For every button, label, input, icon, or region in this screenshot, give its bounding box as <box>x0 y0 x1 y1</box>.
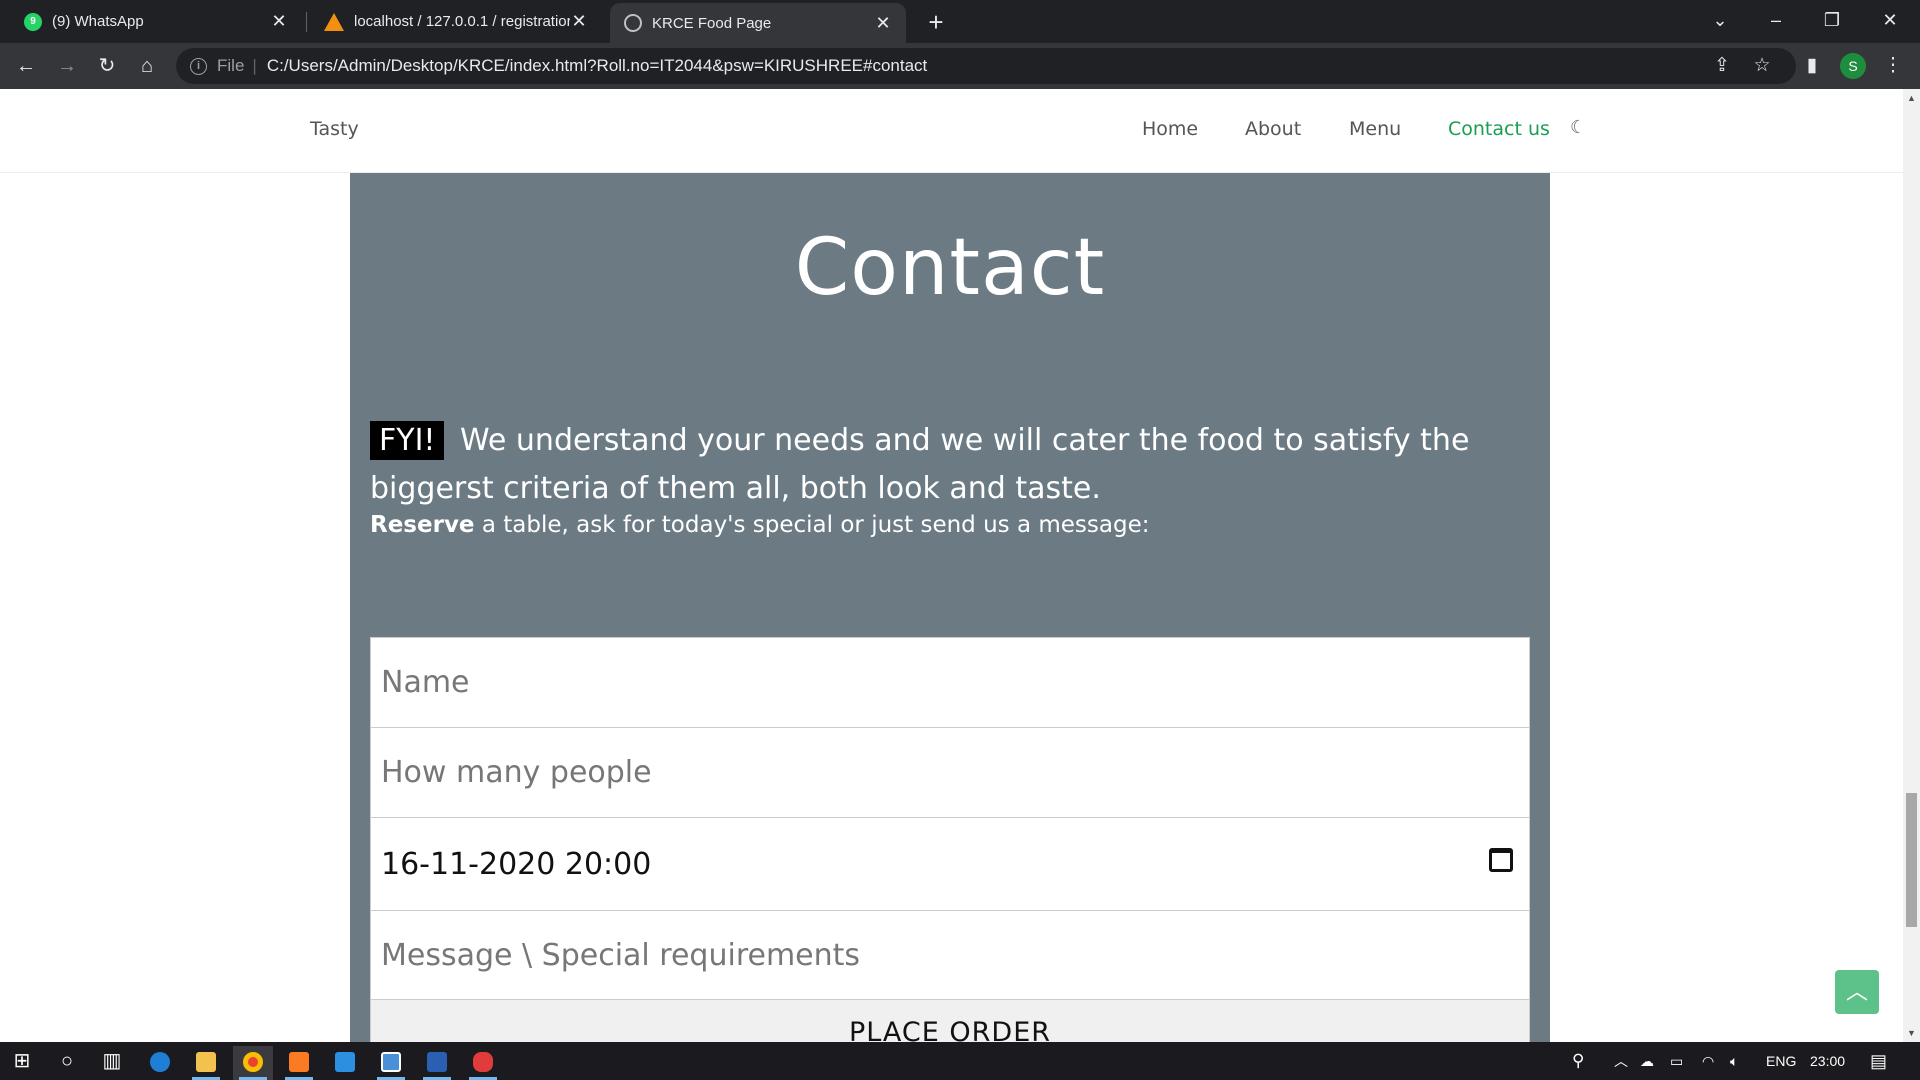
close-icon[interactable]: ✕ <box>570 11 588 32</box>
contact-heading: Contact <box>794 223 1106 313</box>
file-explorer-icon[interactable] <box>186 1046 226 1080</box>
tab-title: (9) WhatsApp <box>52 13 144 30</box>
dark-mode-moon-icon[interactable]: ☾ <box>1570 117 1586 138</box>
place-order-button[interactable]: PLACE ORDER <box>370 999 1530 1042</box>
devcpp-icon[interactable] <box>371 1046 411 1080</box>
battery-icon[interactable]: ▭ <box>1670 1042 1683 1080</box>
people-placeholder: How many people <box>381 755 652 790</box>
globe-icon <box>624 14 642 32</box>
browser-tab-strip: 9 (9) WhatsApp ✕ localhost / 127.0.0.1 /… <box>0 0 1920 43</box>
notepad-plus-icon[interactable] <box>463 1046 503 1080</box>
minimize-icon[interactable]: – <box>1748 0 1804 40</box>
people-count-input[interactable]: How many people <box>370 727 1530 818</box>
close-icon[interactable]: ✕ <box>270 11 288 32</box>
nav-contact-us[interactable]: Contact us <box>1448 118 1550 140</box>
tab-phpmyadmin[interactable]: localhost / 127.0.0.1 / registratior ✕ <box>310 0 602 43</box>
restore-icon[interactable]: ❐ <box>1804 0 1860 40</box>
home-icon[interactable]: ⌂ <box>131 50 163 82</box>
tab-title: KRCE Food Page <box>652 14 772 32</box>
intro-text: We understand your needs and we will cat… <box>370 423 1470 506</box>
vscode-icon[interactable] <box>325 1046 365 1080</box>
contact-intro: FYI! We understand your needs and we wil… <box>370 417 1510 513</box>
nav-home[interactable]: Home <box>1142 118 1198 140</box>
xampp-icon[interactable] <box>279 1046 319 1080</box>
back-icon[interactable]: ← <box>10 50 42 82</box>
phpmyadmin-icon <box>324 12 344 31</box>
scheme-label: File <box>217 56 245 75</box>
calendar-icon[interactable] <box>1489 848 1513 872</box>
menu-kebab-icon[interactable]: ⋮ <box>1877 50 1909 82</box>
task-view-icon[interactable]: ▥ <box>92 1046 132 1080</box>
contact-subtext: Reserve a table, ask for today's special… <box>370 512 1150 538</box>
windows-taskbar: ⊞ ○ ▥ ⚲ ︿ ☁ ▭ ◠ 🔈︎ ENG 23:00 ▤ <box>0 1042 1920 1080</box>
reload-icon[interactable]: ↻ <box>91 50 123 82</box>
side-panel-icon[interactable]: ▮ <box>1796 50 1828 82</box>
onedrive-icon[interactable]: ☁ <box>1640 1042 1654 1080</box>
tab-whatsapp[interactable]: 9 (9) WhatsApp ✕ <box>10 0 302 43</box>
browser-toolbar: ← → ↻ ⌂ i File | C:/Users/Admin/Desktop/… <box>0 43 1920 89</box>
show-hidden-icons-chevron-icon[interactable]: ︿ <box>1614 1042 1628 1080</box>
chevron-up-icon: ︿ <box>1845 979 1868 1004</box>
language-indicator[interactable]: ENG <box>1766 1042 1796 1080</box>
divider: | <box>252 56 257 75</box>
close-icon[interactable]: ✕ <box>874 13 892 34</box>
name-placeholder: Name <box>381 665 470 700</box>
tab-krce-food-page[interactable]: KRCE Food Page ✕ <box>610 3 906 43</box>
tab-separator <box>306 12 307 32</box>
scroll-down-arrow-icon[interactable]: ▼ <box>1903 1028 1920 1038</box>
scroll-up-arrow-icon[interactable]: ▲ <box>1903 93 1920 103</box>
bookmark-star-icon[interactable]: ☆ <box>1746 50 1778 82</box>
clock[interactable]: 23:00 <box>1810 1042 1845 1080</box>
url-text[interactable]: C:/Users/Admin/Desktop/KRCE/index.html?R… <box>267 56 927 76</box>
fyi-badge: FYI! <box>370 421 445 460</box>
start-icon[interactable]: ⊞ <box>2 1046 42 1080</box>
tab-search-icon[interactable]: ⌄ <box>1692 0 1748 40</box>
datetime-input[interactable]: 16-11-2020 20:00 <box>370 817 1530 911</box>
nav-menu[interactable]: Menu <box>1349 118 1401 140</box>
window-close-icon[interactable]: ✕ <box>1862 0 1918 40</box>
whatsapp-icon: 9 <box>24 12 42 31</box>
notifications-icon[interactable]: ▤ <box>1870 1042 1887 1080</box>
wifi-icon[interactable]: ◠ <box>1702 1042 1714 1080</box>
contact-section: Contact FYI! We understand your needs an… <box>350 173 1550 1042</box>
subtext-rest: a table, ask for today's special or just… <box>474 512 1150 538</box>
message-input[interactable]: Message \ Special requirements <box>370 910 1530 1001</box>
datetime-value: 16-11-2020 20:00 <box>381 846 652 882</box>
site-navbar: Tasty Home About Menu Contact us ☾ <box>0 89 1903 173</box>
share-icon[interactable]: ⇪ <box>1706 50 1738 82</box>
tab-title: localhost / 127.0.0.1 / registratior <box>354 13 570 30</box>
cortana-icon[interactable]: ○ <box>47 1046 87 1080</box>
name-input[interactable]: Name <box>370 637 1530 728</box>
page-scrollbar[interactable]: ▲ ▼ <box>1903 89 1920 1042</box>
new-tab-button[interactable]: + <box>920 6 952 38</box>
people-icon[interactable]: ⚲ <box>1572 1042 1584 1080</box>
nav-about[interactable]: About <box>1245 118 1301 140</box>
forward-icon[interactable]: → <box>51 50 83 82</box>
reserve-emphasis: Reserve <box>370 512 475 538</box>
scrollbar-thumb[interactable] <box>1906 793 1917 927</box>
profile-avatar[interactable]: S <box>1840 53 1866 79</box>
word-icon[interactable] <box>417 1046 457 1080</box>
volume-icon[interactable]: 🔈︎ <box>1730 1042 1738 1080</box>
message-placeholder: Message \ Special requirements <box>381 938 861 973</box>
site-info-icon[interactable]: i <box>190 57 207 75</box>
address-bar[interactable]: i File | C:/Users/Admin/Desktop/KRCE/ind… <box>176 48 1796 84</box>
chrome-icon[interactable] <box>233 1046 273 1080</box>
edge-icon[interactable] <box>140 1046 180 1080</box>
brand-logo[interactable]: Tasty <box>310 118 359 140</box>
scroll-to-top-button[interactable]: ︿ <box>1835 970 1879 1014</box>
page-viewport: Tasty Home About Menu Contact us ☾ Conta… <box>0 89 1903 1042</box>
